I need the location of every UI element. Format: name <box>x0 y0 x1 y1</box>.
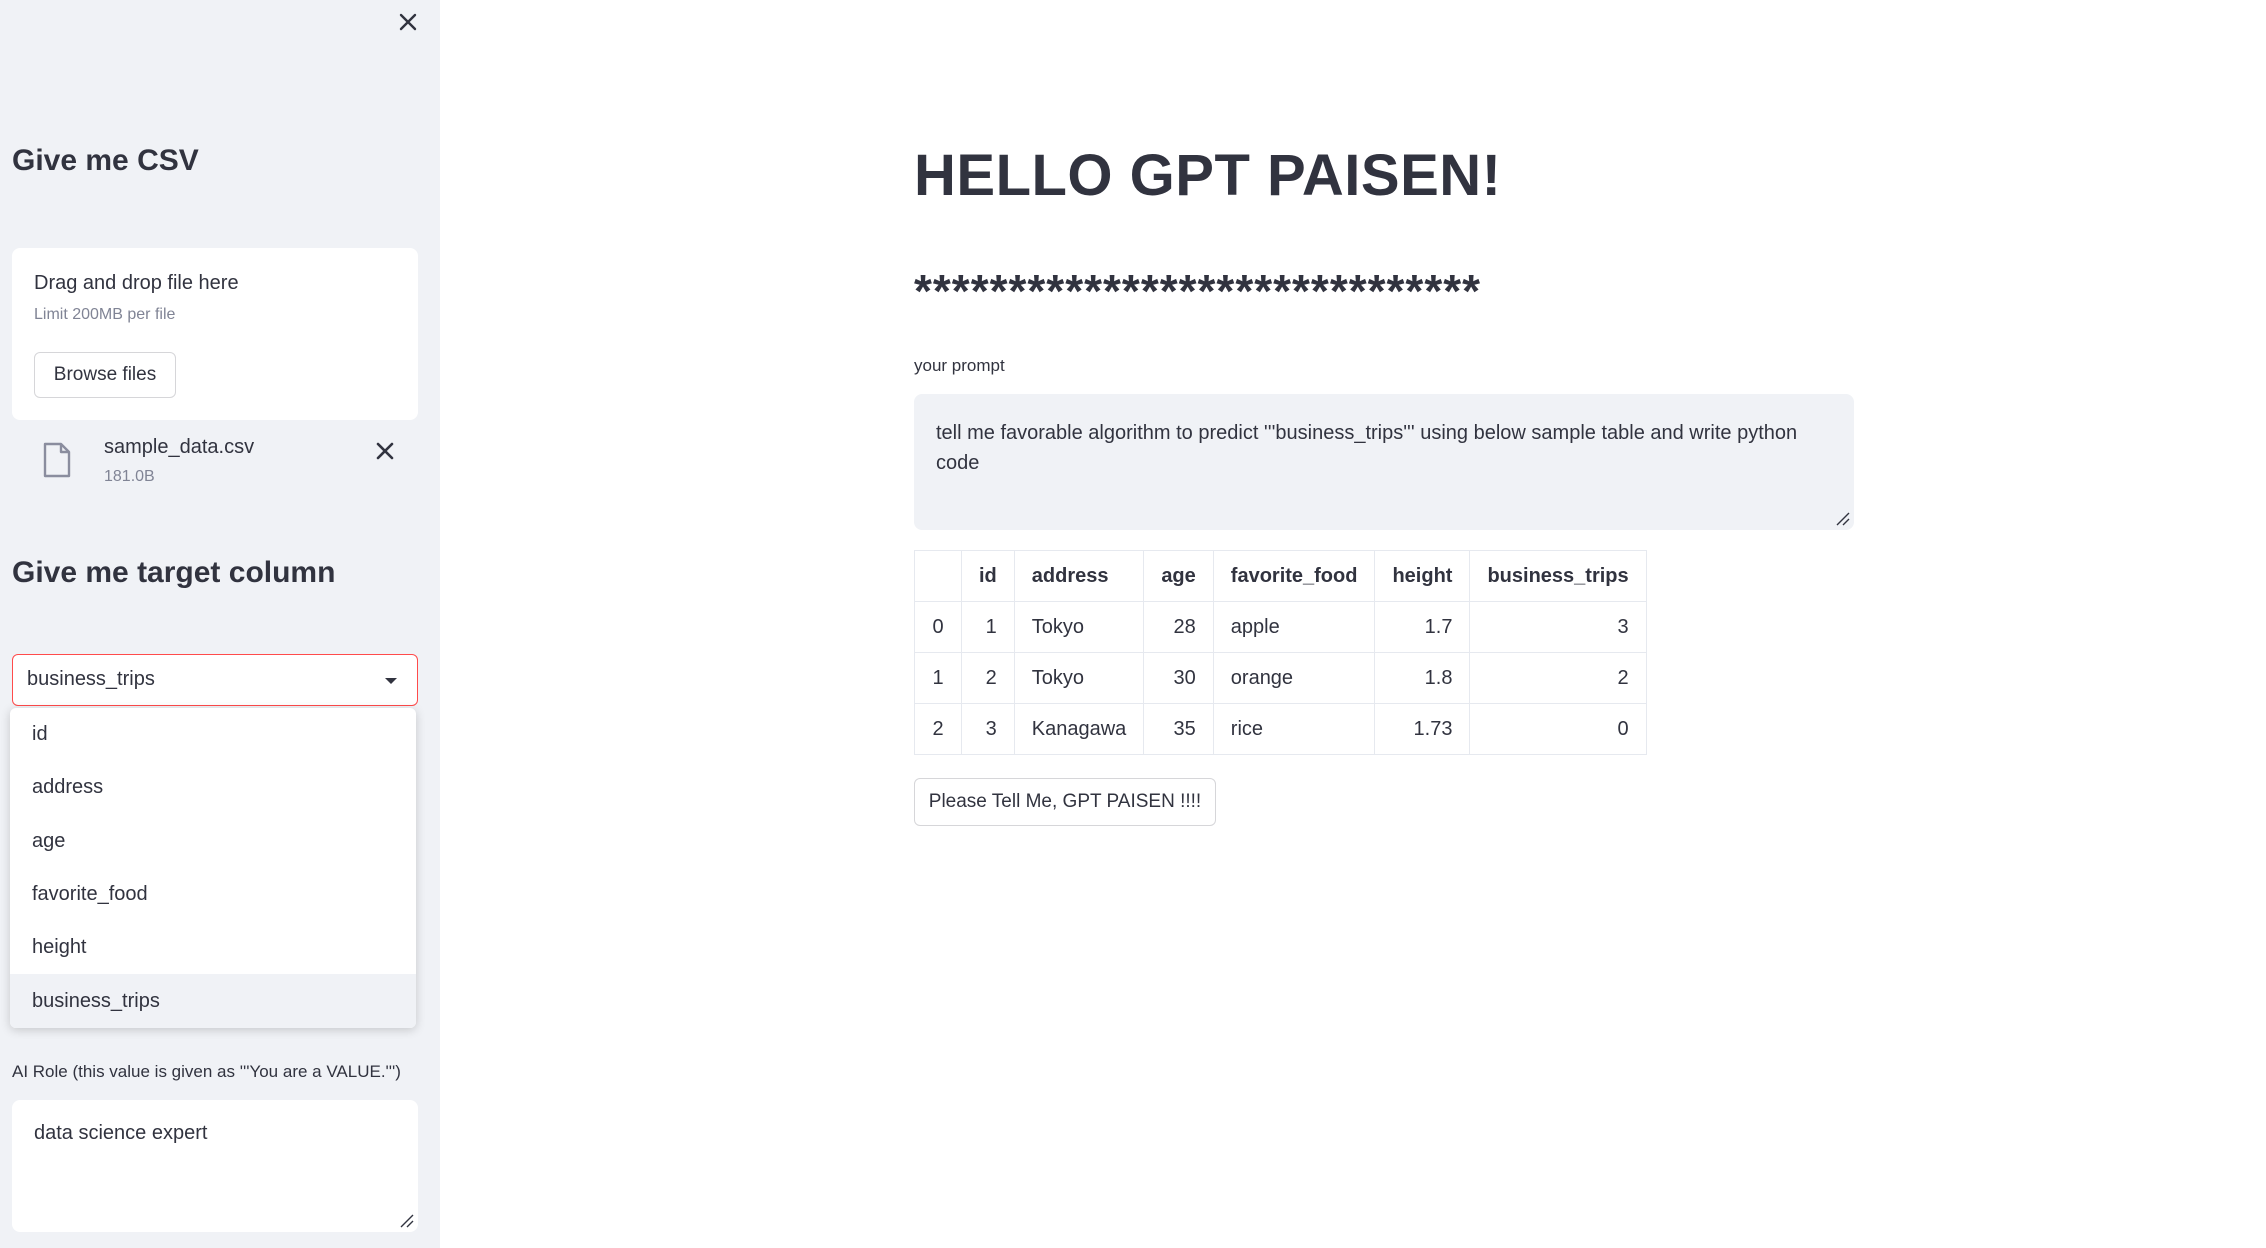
table-cell: 28 <box>1143 601 1214 653</box>
target-column-dropdown: id address age favorite_food height busi… <box>10 708 416 1028</box>
table-cell: rice <box>1212 703 1376 755</box>
data-table: id address age favorite_food height busi… <box>914 550 1647 755</box>
column-header: height <box>1374 550 1471 602</box>
table-cell: 1 <box>961 601 1015 653</box>
table-cell: 35 <box>1143 703 1214 755</box>
prompt-value: tell me favorable algorithm to predict '… <box>936 422 1798 474</box>
ai-role-label: AI Role (this value is given as '''You a… <box>12 1062 401 1081</box>
dropdown-option[interactable]: id <box>10 708 416 761</box>
column-header <box>914 550 962 602</box>
csv-heading: Give me CSV <box>12 144 199 177</box>
target-column-heading: Give me target column <box>12 556 336 589</box>
column-header: favorite_food <box>1212 550 1376 602</box>
file-size: 181.0B <box>104 468 155 485</box>
stars-line: ****************************** <box>914 265 1482 317</box>
file-icon <box>43 442 71 478</box>
table-cell: 2 <box>1469 652 1647 704</box>
dropdown-option[interactable]: favorite_food <box>10 868 416 921</box>
prompt-textarea[interactable]: tell me favorable algorithm to predict '… <box>914 394 1854 530</box>
table-row: 0 1 Tokyo 28 apple 1.7 3 <box>914 601 1647 653</box>
target-column-select[interactable]: business_trips <box>12 654 418 706</box>
table-cell: 3 <box>1469 601 1647 653</box>
delete-file-button[interactable] <box>370 436 400 466</box>
sidebar: Give me CSV Drag and drop file here Limi… <box>0 0 440 1248</box>
prompt-label: your prompt <box>914 356 1005 375</box>
ai-role-textarea[interactable]: data science expert <box>12 1100 418 1232</box>
uploaded-file-item: sample_data.csv 181.0B <box>12 430 418 498</box>
close-icon <box>376 442 394 460</box>
table-cell: Tokyo <box>1013 601 1145 653</box>
column-header: id <box>961 550 1015 602</box>
table-cell: Tokyo <box>1013 652 1145 704</box>
dropdown-option[interactable]: address <box>10 761 416 814</box>
sidebar-close-button[interactable] <box>394 8 422 36</box>
table-cell: 0 <box>1469 703 1647 755</box>
resize-handle-icon[interactable] <box>1834 510 1850 526</box>
table-cell: 2 <box>914 703 962 755</box>
column-header: age <box>1143 550 1214 602</box>
dropzone-limit: Limit 200MB per file <box>34 306 176 323</box>
dropdown-option[interactable]: age <box>10 815 416 868</box>
dropdown-option-selected[interactable]: business_trips <box>10 974 416 1028</box>
dropzone-title: Drag and drop file here <box>34 272 239 294</box>
table-cell: 1.8 <box>1374 652 1471 704</box>
table-cell: orange <box>1212 652 1376 704</box>
table-cell: 30 <box>1143 652 1214 704</box>
table-cell: 1 <box>914 652 962 704</box>
close-icon <box>399 13 417 31</box>
submit-button[interactable]: Please Tell Me, GPT PAISEN !!!! <box>914 778 1216 826</box>
table-cell: 0 <box>914 601 962 653</box>
table-cell: 1.7 <box>1374 601 1471 653</box>
ai-role-value: data science expert <box>34 1122 208 1144</box>
file-name: sample_data.csv <box>104 436 255 458</box>
table-row: 1 2 Tokyo 30 orange 1.8 2 <box>914 652 1647 704</box>
table-cell: 3 <box>961 703 1015 755</box>
table-header-row: id address age favorite_food height busi… <box>914 550 1647 602</box>
select-value: business_trips <box>27 668 155 690</box>
table-cell: Kanagawa <box>1013 703 1145 755</box>
table-cell: apple <box>1212 601 1376 653</box>
resize-handle-icon[interactable] <box>398 1212 414 1228</box>
file-uploader-dropzone[interactable]: Drag and drop file here Limit 200MB per … <box>12 248 418 420</box>
browse-files-button[interactable]: Browse files <box>34 352 176 398</box>
column-header: address <box>1013 550 1145 602</box>
table-cell: 2 <box>961 652 1015 704</box>
table-row: 2 3 Kanagawa 35 rice 1.73 0 <box>914 703 1647 755</box>
page-title: HELLO GPT PAISEN! <box>914 143 1502 208</box>
dropdown-option[interactable]: height <box>10 921 416 974</box>
table-cell: 1.73 <box>1374 703 1471 755</box>
column-header: business_trips <box>1469 550 1647 602</box>
chevron-down-icon <box>385 678 397 684</box>
